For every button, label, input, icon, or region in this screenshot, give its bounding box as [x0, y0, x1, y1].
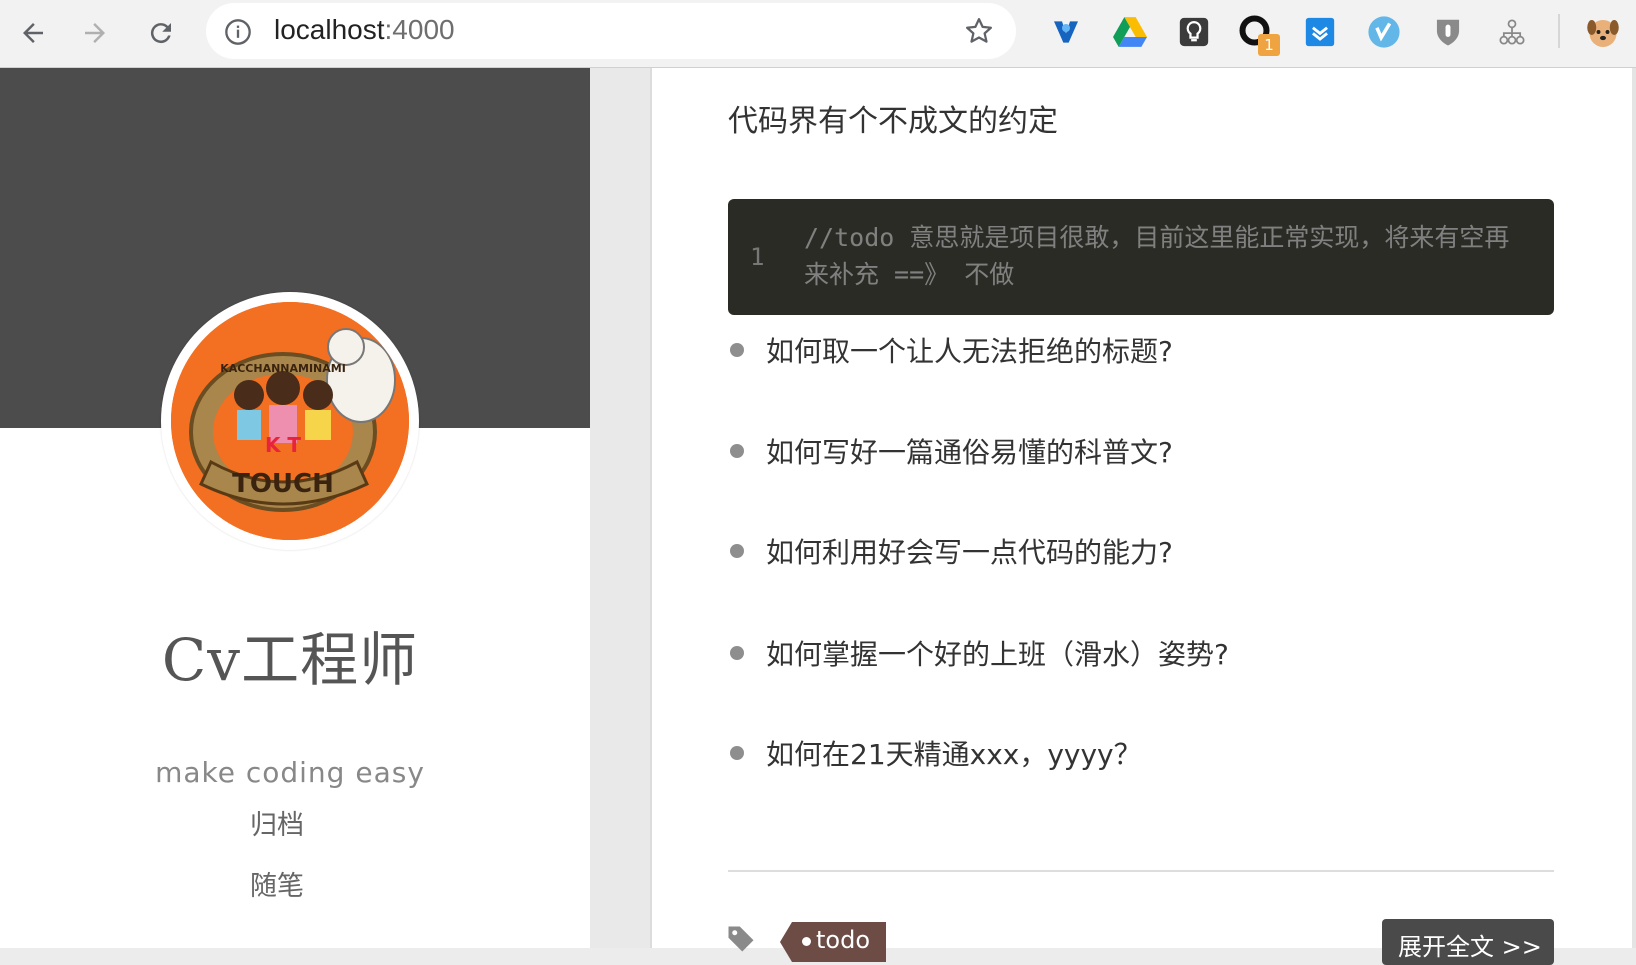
code-line-number: 1 — [750, 243, 765, 271]
url-host: localhost — [274, 14, 385, 45]
sidebar-item-archive[interactable]: 归档 — [250, 803, 304, 842]
url-text[interactable]: localhost:4000 — [274, 14, 455, 46]
bullet-icon — [730, 544, 744, 558]
avatar[interactable]: K T TOUCH KACCHANNAMINAMI — [171, 302, 409, 540]
lightbulb-icon[interactable] — [1174, 12, 1214, 52]
address-bar[interactable]: localhost:4000 — [206, 3, 1016, 59]
bullet-icon — [730, 343, 744, 357]
tag-label: todo — [816, 926, 871, 954]
circle-badge-icon[interactable]: 1 — [1236, 12, 1280, 56]
info-icon[interactable] — [224, 18, 252, 50]
toolbar-divider — [1558, 14, 1560, 48]
code-block: 1 //todo 意思就是项目很敢，目前这里能正常实现，将来有空再来补充 ==》… — [728, 199, 1554, 315]
list-item-text: 如何在21天精通xxx，yyyy？ — [766, 738, 1142, 771]
tag-todo[interactable]: todo — [780, 922, 886, 962]
bullet-icon — [730, 646, 744, 660]
reload-button[interactable] — [138, 10, 184, 56]
avatar-frame: K T TOUCH KACCHANNAMINAMI — [161, 292, 419, 550]
site-subtitle: make coding easy — [155, 756, 425, 789]
tag-dot-icon — [802, 937, 811, 946]
pocket-like-icon[interactable] — [1300, 12, 1340, 52]
content-gutter — [590, 68, 652, 948]
back-button[interactable] — [10, 10, 56, 56]
code-text: //todo 意思就是项目很敢，目前这里能正常实现，将来有空再来补充 ==》 不… — [804, 223, 1510, 289]
avatar-letters: K T — [265, 433, 301, 457]
url-port: :4000 — [384, 14, 455, 45]
bookmark-star-icon[interactable] — [964, 16, 994, 50]
avatar-touch-text: TOUCH — [232, 469, 334, 499]
avatar-arc-text: KACCHANNAMINAMI — [220, 362, 346, 375]
sidebar: K T TOUCH KACCHANNAMINAMI Cv工程师 make cod… — [0, 68, 590, 948]
tag-icon — [726, 924, 756, 958]
list-item-text: 如何利用好会写一点代码的能力? — [766, 536, 1173, 569]
bullet-icon — [730, 746, 744, 760]
page-scrollbar[interactable] — [1632, 68, 1636, 948]
article-intro: 代码界有个不成文的约定 — [728, 104, 1058, 139]
read-more-label: 展开全文 >> — [1398, 933, 1542, 961]
extension-badge: 1 — [1258, 34, 1280, 56]
list-item-text: 如何写好一篇通俗易懂的科普文? — [766, 436, 1173, 469]
read-more-button[interactable]: 展开全文 >> — [1382, 919, 1554, 965]
google-drive-icon[interactable] — [1110, 12, 1150, 52]
browser-toolbar: localhost:4000 1 — [0, 0, 1636, 68]
arrow-right-icon — [85, 23, 105, 43]
site-title[interactable]: Cv工程师 — [0, 613, 580, 697]
list-item-text: 如何掌握一个好的上班（滑水）姿势? — [766, 638, 1229, 671]
vivaldi-like-icon[interactable] — [1046, 12, 1086, 52]
sidebar-item-essays[interactable]: 随笔 — [250, 864, 304, 903]
reload-icon — [150, 23, 171, 44]
article-panel: 代码界有个不成文的约定 1 //todo 意思就是项目很敢，目前这里能正常实现，… — [652, 68, 1636, 965]
profile-avatar-icon[interactable] — [1583, 12, 1623, 52]
avatar-logo-image: K T TOUCH KACCHANNAMINAMI — [171, 302, 409, 540]
bullet-icon — [730, 444, 744, 458]
list-item-text: 如何取一个让人无法拒绝的标题? — [766, 335, 1173, 368]
article-divider — [728, 870, 1554, 872]
forward-button[interactable] — [72, 10, 118, 56]
sitemap-icon[interactable] — [1492, 12, 1532, 52]
arrow-left-icon — [23, 23, 43, 43]
shield-icon[interactable] — [1428, 12, 1468, 52]
vimeo-like-icon[interactable] — [1364, 12, 1404, 52]
